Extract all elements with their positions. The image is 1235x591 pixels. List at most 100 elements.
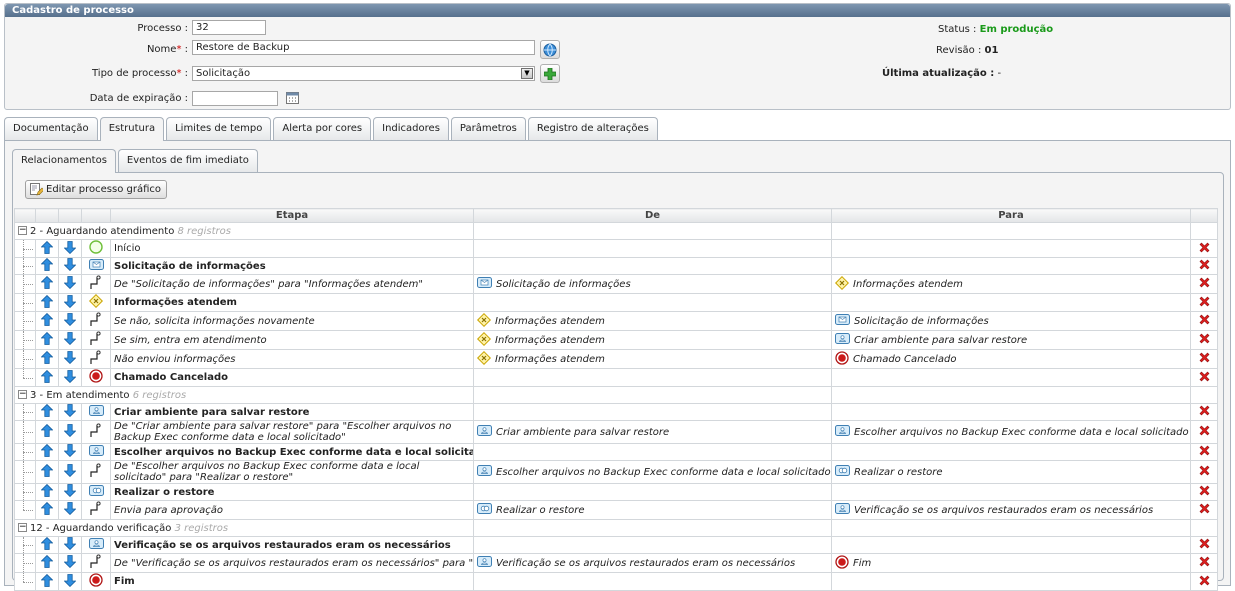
table-row[interactable]: Realizar o restore — [14, 483, 1218, 501]
delete-icon[interactable] — [1199, 314, 1210, 328]
arrow-up-icon[interactable] — [40, 501, 54, 518]
delete-cell[interactable] — [1190, 500, 1218, 520]
delete-cell[interactable] — [1190, 572, 1218, 591]
delete-cell[interactable] — [1190, 536, 1218, 554]
nome-input[interactable]: Restore de Backup — [192, 40, 535, 55]
move-up-cell[interactable] — [35, 420, 59, 444]
delete-icon[interactable] — [1199, 445, 1210, 459]
move-up-cell[interactable] — [35, 572, 59, 591]
delete-icon[interactable] — [1199, 277, 1210, 291]
arrow-down-icon[interactable] — [63, 573, 77, 590]
move-up-cell[interactable] — [35, 349, 59, 369]
table-row[interactable]: De "Escolher arquivos no Backup Exec con… — [14, 460, 1218, 484]
tab-3[interactable]: Alerta por cores — [273, 117, 372, 140]
table-row[interactable]: Escolher arquivos no Backup Exec conform… — [14, 443, 1218, 461]
table-row[interactable]: Informações atendem — [14, 293, 1218, 312]
arrow-up-icon[interactable] — [40, 369, 54, 386]
delete-cell[interactable] — [1190, 460, 1218, 484]
delete-icon[interactable] — [1199, 503, 1210, 517]
move-up-cell[interactable] — [35, 536, 59, 554]
delete-icon[interactable] — [1199, 242, 1210, 256]
globe-button[interactable] — [540, 40, 560, 59]
table-row[interactable]: De "Verificação se os arquivos restaurad… — [14, 553, 1218, 573]
move-up-cell[interactable] — [35, 483, 59, 501]
delete-icon[interactable] — [1199, 556, 1210, 570]
table-row[interactable]: Solicitação de informações — [14, 257, 1218, 275]
move-up-cell[interactable] — [35, 368, 59, 387]
delete-icon[interactable] — [1199, 485, 1210, 499]
etapa-cell[interactable]: Se não, solicita informações novamente — [110, 311, 474, 331]
delete-icon[interactable] — [1199, 352, 1210, 366]
etapa-cell[interactable]: De "Solicitação de informações" para "In… — [110, 274, 474, 294]
arrow-down-icon[interactable] — [63, 351, 77, 367]
delete-cell[interactable] — [1190, 420, 1218, 444]
arrow-up-icon[interactable] — [40, 537, 54, 553]
etapa-cell[interactable]: Não enviou informações — [110, 349, 474, 369]
move-down-cell[interactable] — [58, 483, 82, 501]
data-expiracao-input[interactable] — [192, 91, 278, 106]
arrow-up-icon[interactable] — [40, 573, 54, 590]
delete-cell[interactable] — [1190, 443, 1218, 461]
arrow-up-icon[interactable] — [40, 484, 54, 500]
etapa-cell[interactable]: Fim — [110, 572, 474, 591]
move-up-cell[interactable] — [35, 239, 59, 258]
table-row[interactable]: Criar ambiente para salvar restore — [14, 403, 1218, 421]
etapa-cell[interactable]: De "Criar ambiente para salvar restore" … — [110, 420, 474, 444]
delete-cell[interactable] — [1190, 483, 1218, 501]
delete-icon[interactable] — [1199, 538, 1210, 552]
delete-cell[interactable] — [1190, 311, 1218, 331]
col-etapa[interactable]: Etapa — [110, 208, 474, 223]
move-down-cell[interactable] — [58, 460, 82, 484]
arrow-down-icon[interactable] — [63, 484, 77, 500]
table-row[interactable]: Não enviou informações Informações atende… — [14, 349, 1218, 369]
delete-icon[interactable] — [1199, 405, 1210, 419]
table-row[interactable]: Se não, solicita informações novamente In… — [14, 311, 1218, 331]
delete-cell[interactable] — [1190, 257, 1218, 275]
arrow-down-icon[interactable] — [63, 424, 77, 440]
etapa-cell[interactable]: Realizar o restore — [110, 483, 474, 501]
etapa-cell[interactable]: Chamado Cancelado — [110, 368, 474, 387]
move-up-cell[interactable] — [35, 553, 59, 573]
calendar-icon[interactable] — [286, 91, 299, 104]
subtab-1[interactable]: Eventos de fim imediato — [117, 149, 258, 172]
move-up-cell[interactable] — [35, 443, 59, 461]
col-de[interactable]: De — [473, 208, 832, 223]
processo-input[interactable]: 32 — [192, 20, 266, 35]
arrow-down-icon[interactable] — [63, 464, 77, 480]
arrow-down-icon[interactable] — [63, 276, 77, 292]
move-down-cell[interactable] — [58, 257, 82, 275]
move-down-cell[interactable] — [58, 330, 82, 350]
move-down-cell[interactable] — [58, 293, 82, 312]
arrow-up-icon[interactable] — [40, 312, 54, 329]
delete-cell[interactable] — [1190, 274, 1218, 294]
tab-6[interactable]: Registro de alterações — [527, 117, 658, 140]
arrow-down-icon[interactable] — [63, 537, 77, 553]
delete-cell[interactable] — [1190, 368, 1218, 387]
move-down-cell[interactable] — [58, 500, 82, 520]
arrow-down-icon[interactable] — [63, 502, 77, 518]
table-row[interactable]: Se sim, entra em atendimento Informações … — [14, 330, 1218, 350]
delete-icon[interactable] — [1199, 333, 1210, 347]
tab-2[interactable]: Limites de tempo — [166, 117, 272, 140]
move-down-cell[interactable] — [58, 239, 82, 258]
etapa-cell[interactable]: Envia para aprovação — [110, 500, 474, 520]
edit-graphic-process-button[interactable]: Editar processo gráfico — [25, 180, 168, 199]
delete-icon[interactable] — [1199, 465, 1210, 479]
arrow-down-icon[interactable] — [63, 240, 77, 257]
move-down-cell[interactable] — [58, 420, 82, 444]
etapa-cell[interactable]: Início — [110, 239, 474, 258]
arrow-up-icon[interactable] — [40, 275, 54, 292]
move-up-cell[interactable] — [35, 311, 59, 331]
arrow-up-icon[interactable] — [40, 294, 54, 311]
collapse-icon[interactable]: − — [18, 390, 27, 399]
subtab-0[interactable]: Relacionamentos — [12, 149, 116, 173]
tab-5[interactable]: Parâmetros — [450, 117, 526, 140]
tab-4[interactable]: Indicadores — [373, 117, 449, 140]
arrow-down-icon[interactable] — [63, 258, 77, 274]
collapse-icon[interactable]: − — [18, 226, 27, 235]
move-up-cell[interactable] — [35, 460, 59, 484]
tab-0[interactable]: Documentação — [4, 117, 98, 140]
tipo-select[interactable]: Solicitação ▼ — [192, 66, 535, 81]
delete-icon[interactable] — [1199, 425, 1210, 439]
group-row[interactable]: −12 - Aguardando verificação 3 registros — [14, 519, 1218, 537]
